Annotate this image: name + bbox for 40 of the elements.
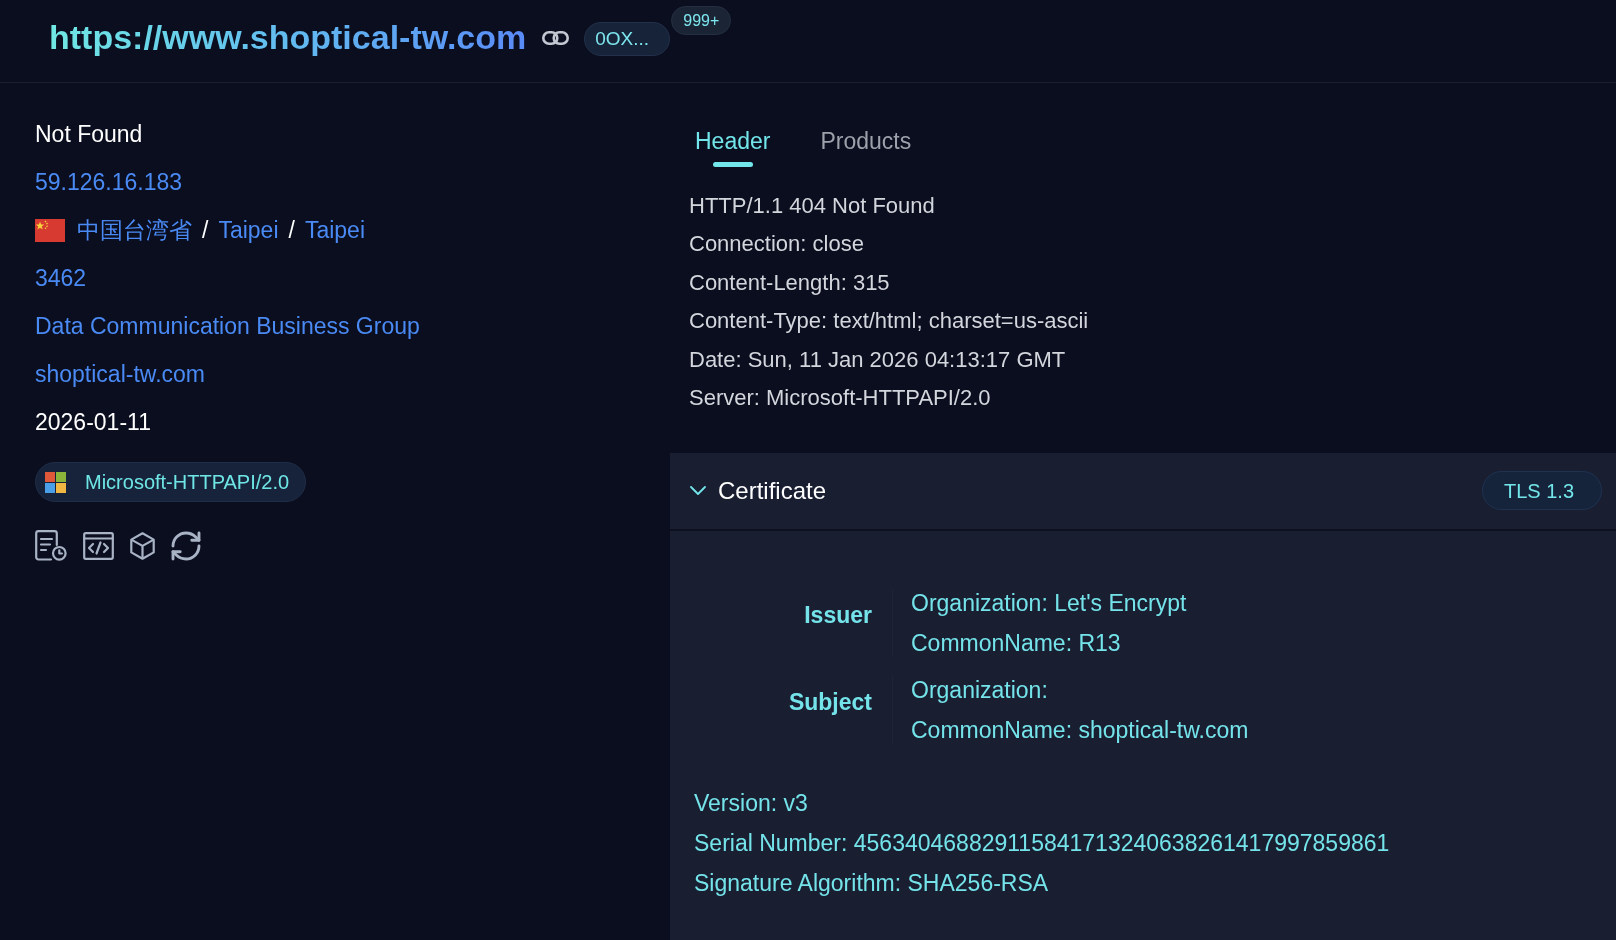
certificate-detail: Version: v3 xyxy=(694,788,808,817)
ip-address-link[interactable]: 59.126.16.183 xyxy=(35,168,183,196)
document-clock-icon[interactable] xyxy=(35,530,67,561)
tab[interactable]: Header xyxy=(695,127,771,167)
tab[interactable]: Products xyxy=(820,127,912,167)
certificate-field-label: Issuer xyxy=(803,600,872,629)
count-badge: 999+ xyxy=(671,6,732,35)
header-line: Content-Type: text/html; charset=us-ascii xyxy=(689,308,1089,335)
flag-icon xyxy=(35,218,65,242)
header-line: Content-Length: 315 xyxy=(689,269,890,296)
domain-link[interactable]: shoptical-tw.com xyxy=(35,360,205,388)
certificate-toggle[interactable]: Certificate xyxy=(690,475,827,506)
location-link[interactable]: Taipei xyxy=(218,216,279,244)
location-link[interactable]: Taipei xyxy=(304,216,365,244)
certificate-field-value: Organization: xyxy=(911,675,1048,704)
four-squares-logo-icon xyxy=(45,471,66,493)
refresh-icon[interactable] xyxy=(171,530,201,561)
certificate-field-value: Organization: Let's Encrypt xyxy=(911,588,1187,617)
separator: / xyxy=(202,216,209,244)
certificate-detail: Serial Number: 456340468829115841713240638261417997859861 xyxy=(694,828,1390,857)
certificate-field-value: CommonName: shoptical-tw.com xyxy=(911,715,1249,744)
chain-link-icon[interactable] xyxy=(542,31,570,45)
header-line: HTTP/1.1 404 Not Found xyxy=(689,193,935,219)
code-window-icon[interactable] xyxy=(83,531,114,560)
scan-date: 2026-01-11 xyxy=(35,408,151,436)
separator: / xyxy=(288,216,295,244)
location-link[interactable]: 中国台湾省 xyxy=(77,216,192,244)
cube-icon[interactable] xyxy=(130,531,155,560)
header-line: Connection: close xyxy=(689,231,864,258)
certificate-field-value: CommonName: R13 xyxy=(911,628,1121,657)
server-tag[interactable]: Microsoft-HTTPAPI/2.0 xyxy=(35,462,306,502)
asn-link[interactable]: 3462 xyxy=(35,264,87,292)
header-line: Server: Microsoft-HTTPAPI/2.0 xyxy=(689,384,991,411)
header-line: Date: Sun, 11 Jan 2026 04:13:17 GMT xyxy=(689,346,1066,373)
page-title: Not Found xyxy=(35,120,143,148)
tls-version-badge: TLS 1.3 xyxy=(1482,471,1602,511)
organization-link[interactable]: Data Communication Business Group xyxy=(35,312,420,340)
certificate-detail: Signature Algorithm: SHA256-RSA xyxy=(694,868,1049,897)
hash-tag[interactable]: 0OX... xyxy=(584,22,671,56)
certificate-field-label: Subject xyxy=(787,687,872,716)
